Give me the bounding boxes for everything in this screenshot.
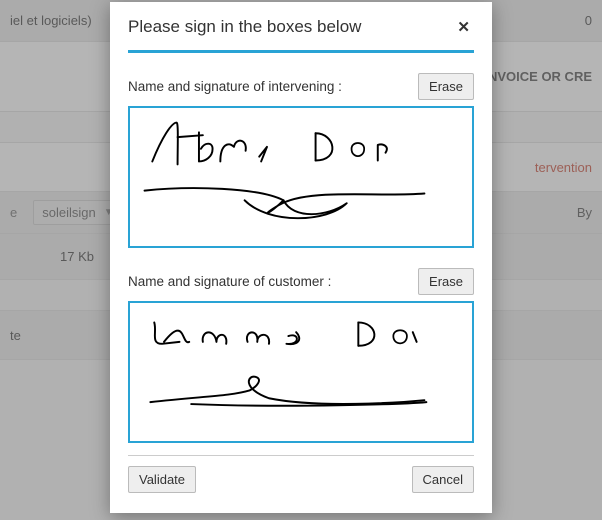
cancel-button[interactable]: Cancel (412, 466, 474, 493)
customer-signature-pad[interactable] (128, 301, 474, 443)
intervening-signature-drawing (130, 108, 472, 246)
modal-footer: Validate Cancel (128, 466, 474, 493)
validate-button[interactable]: Validate (128, 466, 196, 493)
close-icon[interactable]: ✕ (453, 16, 474, 38)
customer-signature-drawing (130, 303, 472, 441)
erase-customer-button[interactable]: Erase (418, 268, 474, 295)
intervening-row: Name and signature of intervening : Eras… (128, 73, 474, 100)
erase-intervening-button[interactable]: Erase (418, 73, 474, 100)
modal-header: Please sign in the boxes below ✕ (128, 16, 474, 53)
customer-row: Name and signature of customer : Erase (128, 268, 474, 295)
intervening-signature-pad[interactable] (128, 106, 474, 248)
intervening-label: Name and signature of intervening : (128, 79, 342, 94)
customer-label: Name and signature of customer : (128, 274, 331, 289)
divider (128, 455, 474, 456)
modal-title: Please sign in the boxes below (128, 17, 361, 37)
signature-modal: Please sign in the boxes below ✕ Name an… (110, 2, 492, 513)
